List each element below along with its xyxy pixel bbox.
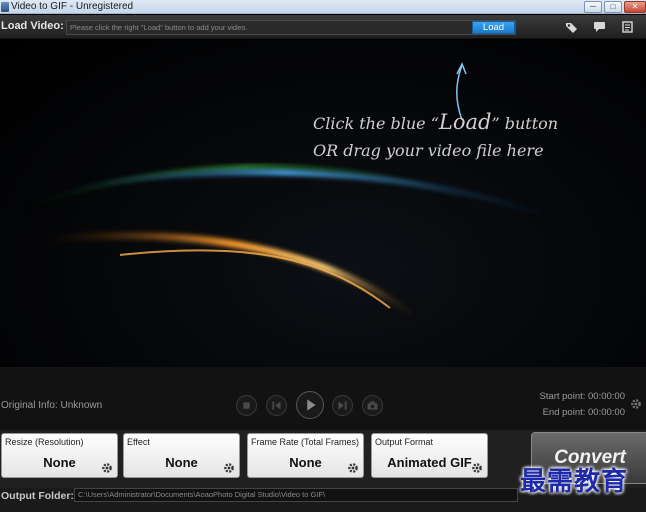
tag-icon[interactable] xyxy=(565,21,578,33)
video-path-field[interactable]: Please click the right "Load" button to … xyxy=(66,20,516,35)
register-icon[interactable] xyxy=(621,21,634,33)
gear-icon[interactable] xyxy=(101,462,113,474)
play-button[interactable] xyxy=(296,391,324,419)
original-info: Original Info: Unknown xyxy=(1,400,103,411)
card-value: None xyxy=(289,455,322,470)
end-point: End point: 00:00:00 xyxy=(542,407,625,418)
card-title: Output Format xyxy=(375,437,434,447)
comment-icon[interactable] xyxy=(593,21,606,33)
maximize-button[interactable]: □ xyxy=(604,1,622,13)
resize-card[interactable]: Resize (Resolution) None xyxy=(1,433,118,478)
card-value: Animated GIF xyxy=(387,455,472,470)
load-video-bar: Load Video: Please click the right "Load… xyxy=(0,15,646,39)
light-streaks xyxy=(19,62,561,323)
minimize-button[interactable]: ─ xyxy=(584,1,602,13)
gear-icon[interactable] xyxy=(630,398,642,410)
load-hint-line1: Click the blue “Load” button xyxy=(313,110,559,134)
close-button[interactable]: ✕ xyxy=(624,1,646,13)
card-value: None xyxy=(43,455,76,470)
skip-forward-icon xyxy=(338,401,347,410)
play-icon xyxy=(307,399,316,411)
output-format-card[interactable]: Output Format Animated GIF xyxy=(371,433,488,478)
next-frame-button[interactable] xyxy=(332,395,353,416)
title-bar: Video to GIF - Unregistered ─ □ ✕ xyxy=(0,0,646,14)
load-video-label: Load Video: xyxy=(1,20,64,32)
start-point: Start point: 00:00:00 xyxy=(539,391,625,402)
card-title: Resize (Resolution) xyxy=(5,437,84,447)
window-title: Video to GIF - Unregistered xyxy=(11,1,134,12)
stop-icon xyxy=(243,402,250,409)
gear-icon[interactable] xyxy=(471,462,483,474)
card-title: Effect xyxy=(127,437,150,447)
load-button[interactable]: Load xyxy=(472,21,515,34)
output-folder-label: Output Folder: xyxy=(1,490,74,502)
gear-icon[interactable] xyxy=(347,462,359,474)
app-icon xyxy=(1,2,9,12)
card-title: Frame Rate (Total Frames) xyxy=(251,437,360,447)
effect-card[interactable]: Effect None xyxy=(123,433,240,478)
playback-controls: Original Info: Unknown Start point: 00:0… xyxy=(0,367,646,430)
load-hint-line2: OR drag your video file here xyxy=(313,141,544,160)
frame-rate-card[interactable]: Frame Rate (Total Frames) None xyxy=(247,433,364,478)
output-folder-field[interactable]: C:\Users\Administrator\Documents\AoaoPho… xyxy=(74,488,518,502)
previous-frame-button[interactable] xyxy=(266,395,287,416)
skip-back-icon xyxy=(272,401,281,410)
gear-icon[interactable] xyxy=(223,462,235,474)
snapshot-button[interactable] xyxy=(362,395,383,416)
video-preview-area[interactable]: Click the blue “Load” button OR drag you… xyxy=(0,40,646,367)
camera-icon xyxy=(367,401,378,410)
watermark: 最需教育 xyxy=(520,467,629,497)
stop-button[interactable] xyxy=(236,395,257,416)
card-value: None xyxy=(165,455,198,470)
